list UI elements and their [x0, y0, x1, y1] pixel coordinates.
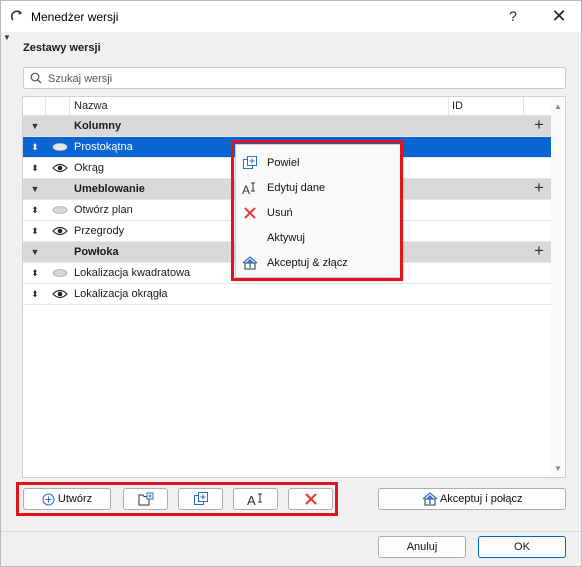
new-folder-icon	[138, 492, 153, 506]
accept-merge-icon	[422, 492, 437, 506]
title-bar: Menedżer wersji ? ✕	[1, 1, 581, 32]
list-header: Nazwa ID	[23, 97, 551, 116]
expand-arrow-icon[interactable]: ▼	[29, 242, 41, 262]
duplicate-icon	[193, 492, 208, 506]
drag-handle-icon[interactable]: ⬍	[29, 263, 41, 283]
search-input[interactable]	[46, 69, 560, 88]
scroll-up-icon[interactable]: ▲	[554, 102, 562, 111]
eye-visible-icon[interactable]	[51, 221, 69, 241]
column-name-header[interactable]: Nazwa	[74, 97, 108, 115]
expand-arrow-icon[interactable]: ▼	[29, 116, 41, 136]
accept-merge-label: Akceptuj i połącz	[439, 493, 523, 505]
footer-divider	[1, 531, 581, 532]
scroll-down-icon[interactable]: ▼	[554, 464, 562, 473]
menu-item-label: Akceptuj & złącz	[267, 257, 348, 269]
add-version-plus-icon[interactable]: +	[529, 242, 549, 262]
row-name: Okrąg	[74, 162, 104, 174]
row-name: Umeblowanie	[74, 183, 145, 195]
accept-merge-button[interactable]: Akceptuj i połącz	[378, 488, 566, 510]
drag-handle-icon[interactable]: ⬍	[29, 200, 41, 220]
group-row[interactable]: ▼ Kolumny +	[23, 116, 551, 136]
accept-merge-icon	[242, 255, 258, 271]
eye-hidden-icon[interactable]	[51, 200, 69, 220]
search-icon	[30, 72, 42, 84]
row-divider	[23, 304, 551, 305]
expand-arrow-icon[interactable]: ▼	[29, 179, 41, 199]
menu-item-duplicate[interactable]: Powiel	[236, 151, 400, 175]
drag-handle-icon[interactable]: ⬍	[29, 137, 41, 157]
context-menu: Powiel A Edytuj dane Usuń Aktywuj Akcept…	[235, 144, 401, 278]
row-name: Lokalizacja okrągła	[74, 288, 168, 300]
row-name: Kolumny	[74, 120, 122, 132]
menu-item-delete[interactable]: Usuń	[236, 201, 400, 225]
app-icon	[10, 10, 23, 22]
column-id-header[interactable]: ID	[452, 97, 463, 115]
search-box[interactable]	[23, 67, 566, 89]
create-button[interactable]: Utwórz	[23, 488, 111, 510]
menu-item-label: Usuń	[267, 207, 293, 219]
svg-text:A: A	[247, 493, 256, 507]
version-row[interactable]: ⬍ Lokalizacja okrągła	[23, 284, 551, 304]
add-version-plus-icon[interactable]: +	[529, 179, 549, 199]
menu-item-accept-merge[interactable]: Akceptuj & złącz	[236, 251, 400, 275]
drag-handle-icon[interactable]: ⬍	[29, 221, 41, 241]
edit-text-icon: A	[247, 493, 262, 508]
drag-handle-icon[interactable]: ⬍	[29, 284, 41, 304]
create-button-label: Utwórz	[57, 493, 93, 505]
row-name: Przegrody	[74, 225, 125, 237]
version-manager-dialog: Menedżer wersji ? ✕ ▼ Zestawy wersji Naz…	[0, 0, 582, 567]
duplicate-button[interactable]	[178, 488, 223, 510]
help-button[interactable]: ?	[491, 1, 535, 32]
drag-handle-icon[interactable]: ⬍	[29, 158, 41, 178]
delete-x-icon	[242, 205, 258, 221]
duplicate-icon	[242, 155, 258, 171]
row-name: Lokalizacja kwadratowa	[74, 267, 191, 279]
cancel-button[interactable]: Anuluj	[378, 536, 466, 558]
svg-text:A: A	[242, 183, 250, 196]
row-name: Prostokątna	[74, 141, 133, 153]
row-name: Powłoka	[74, 246, 119, 258]
collapse-arrow-icon[interactable]: ▼	[3, 33, 11, 42]
edit-data-button[interactable]: A	[233, 488, 278, 510]
section-title: Zestawy wersji	[23, 42, 101, 54]
menu-item-label: Edytuj dane	[267, 182, 326, 194]
menu-item-edit-data[interactable]: A Edytuj dane	[236, 176, 400, 200]
eye-hidden-icon[interactable]	[51, 137, 69, 157]
edit-text-icon: A	[242, 180, 258, 197]
eye-visible-icon[interactable]	[51, 284, 69, 304]
menu-item-activate[interactable]: Aktywuj	[236, 226, 400, 250]
new-folder-button[interactable]	[123, 488, 168, 510]
add-circle-icon	[42, 493, 55, 506]
eye-visible-icon[interactable]	[51, 158, 69, 178]
close-button[interactable]: ✕	[537, 1, 581, 32]
eye-hidden-icon[interactable]	[51, 263, 69, 283]
ok-button[interactable]: OK	[478, 536, 566, 558]
scrollbar[interactable]: ▲ ▼	[551, 97, 565, 477]
menu-item-label: Aktywuj	[267, 232, 305, 244]
delete-x-icon	[304, 493, 317, 505]
add-version-plus-icon[interactable]: +	[529, 116, 549, 136]
window-title: Menedżer wersji	[31, 10, 119, 24]
delete-button[interactable]	[288, 488, 333, 510]
menu-item-label: Powiel	[267, 157, 300, 169]
row-name: Otwórz plan	[74, 204, 133, 216]
